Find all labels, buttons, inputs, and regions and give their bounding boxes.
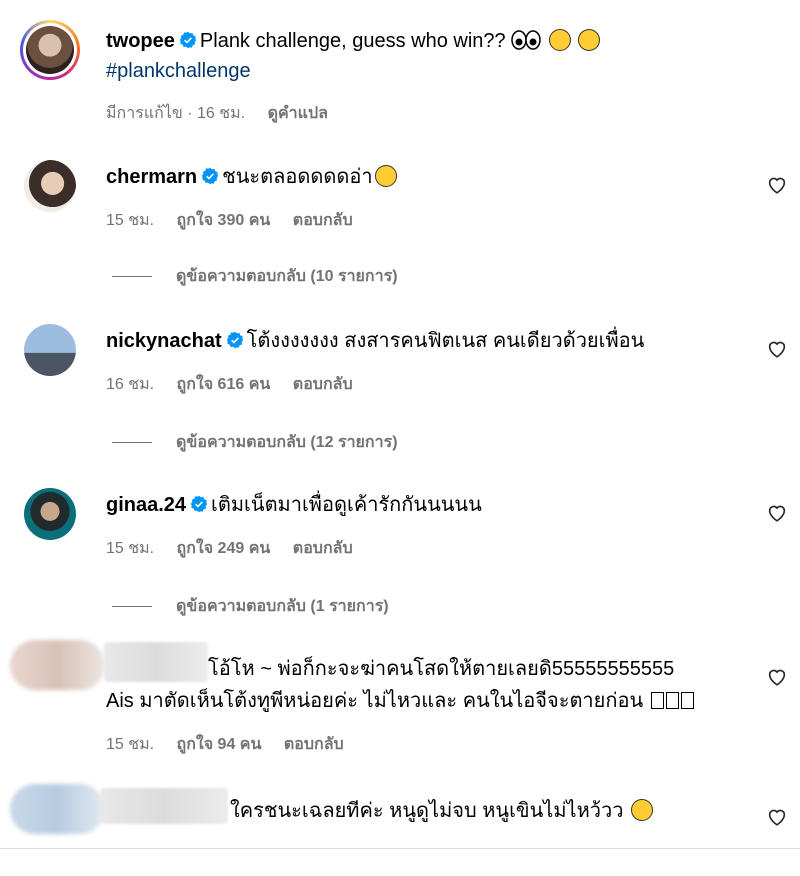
comment: chermarn ชนะตลอดดดดอ่า 15 ชม. ถูกใจ 390 ค… — [0, 150, 800, 290]
divider — [112, 442, 152, 443]
comment: โอ้โห ~ พ่อก็กะจะฆ่าคนโสดให้ตายเลยดิ5555… — [0, 640, 800, 770]
avatar[interactable] — [24, 488, 76, 540]
post-caption: twopee Plank challenge, guess who win?? #… — [0, 0, 800, 130]
like-count[interactable]: ถูกใจ 94 คน — [177, 736, 262, 753]
reply-button[interactable]: ตอบกลับ — [293, 540, 353, 557]
comment-text: โอ้โห ~ พ่อก็กะจะฆ่าคนโสดให้ตายเลยดิ5555… — [208, 658, 675, 680]
divider — [112, 606, 152, 607]
comment-text: เติมเน็ตมาเพื่อดูเค้ารักกันนนนน — [211, 494, 482, 516]
tired-face-emoji-icon — [374, 165, 397, 187]
view-replies-label: ดูข้อความตอบกลับ (10 รายการ) — [176, 268, 398, 285]
comment-username[interactable]: nickynachat — [106, 330, 222, 352]
comment-username[interactable]: ginaa.24 — [106, 494, 186, 516]
comment-text: ชนะตลอดดดดอ่า — [222, 166, 373, 188]
like-count[interactable]: ถูกใจ 390 คน — [177, 212, 271, 229]
comment-time: 15 ชม. — [106, 736, 155, 753]
comment-username[interactable]: chermarn — [106, 166, 197, 188]
avatar[interactable] — [24, 160, 76, 212]
translate-button[interactable]: ดูคำแปล — [268, 105, 328, 122]
comment-text-line2: Ais มาตัดเห็นโต้งทูพีหน่อยค่ะ ไม่ไหวและ … — [106, 690, 644, 712]
heart-icon[interactable] — [766, 338, 788, 360]
reply-button[interactable]: ตอบกลับ — [293, 212, 353, 229]
divider — [112, 276, 152, 277]
comment-text: โต้งงงงงงง สงสารคนฟิตเนส คนเดียวด้วยเพื่… — [246, 330, 645, 352]
like-count[interactable]: ถูกใจ 616 คน — [177, 376, 271, 393]
view-replies-label: ดูข้อความตอบกลับ (1 รายการ) — [176, 598, 389, 615]
heart-icon[interactable] — [766, 666, 788, 688]
missing-glyph-icon — [665, 692, 679, 709]
missing-glyph-icon — [650, 692, 664, 709]
eyes-emoji-icon — [511, 30, 541, 50]
view-replies-button[interactable]: ดูข้อความตอบกลับ (12 รายการ) — [112, 430, 398, 455]
blurred-username — [100, 788, 228, 824]
comment-time: 15 ชม. — [106, 212, 155, 229]
like-count[interactable]: ถูกใจ 249 คน — [177, 540, 271, 557]
blurred-username — [104, 642, 208, 682]
divider — [0, 848, 800, 849]
verified-icon — [226, 331, 243, 349]
story-avatar[interactable] — [20, 20, 80, 80]
view-replies-label: ดูข้อความตอบกลับ (12 รายการ) — [176, 434, 398, 451]
verified-icon — [190, 495, 208, 513]
post-username[interactable]: twopee — [106, 30, 175, 52]
verified-icon — [201, 167, 219, 185]
heart-icon[interactable] — [766, 502, 788, 524]
laughing-emoji-icon — [548, 29, 571, 51]
view-replies-button[interactable]: ดูข้อความตอบกลับ (1 รายการ) — [112, 594, 389, 619]
view-replies-button[interactable]: ดูข้อความตอบกลับ (10 รายการ) — [112, 264, 398, 289]
hashtag-link[interactable]: #plankchallenge — [106, 60, 251, 83]
heart-icon[interactable] — [766, 174, 788, 196]
grinning-emoji-icon — [631, 799, 653, 821]
reply-button[interactable]: ตอบกลับ — [284, 736, 344, 753]
heart-icon[interactable] — [766, 806, 788, 828]
reply-button[interactable]: ตอบกลับ — [293, 376, 353, 393]
blurred-avatar — [10, 640, 105, 690]
comment-time: 16 ชม. — [106, 376, 155, 393]
comment-time: 15 ชม. — [106, 540, 155, 557]
post-caption-text: Plank challenge, guess who win?? — [199, 30, 506, 52]
blurred-avatar — [10, 784, 105, 834]
comment: ใครชนะเฉลยทีค่ะ หนูดูไม่จบ หนูเขินไม่ไหว… — [0, 780, 800, 850]
comment: nickynachat โต้งงงงงงง สงสารคนฟิตเนส คนเด… — [0, 316, 800, 456]
rolling-laugh-emoji-icon — [574, 24, 605, 56]
edited-time: มีการแก้ไข · 16 ชม. — [106, 105, 246, 122]
comment: ginaa.24 เติมเน็ตมาเพื่อดูเค้ารักกันนนนน … — [0, 482, 800, 622]
verified-icon — [179, 31, 197, 49]
avatar — [26, 26, 74, 74]
avatar[interactable] — [24, 324, 76, 376]
missing-glyph-icon — [680, 692, 694, 709]
comment-text: ใครชนะเฉลยทีค่ะ หนูดูไม่จบ หนูเขินไม่ไหว… — [230, 800, 624, 822]
